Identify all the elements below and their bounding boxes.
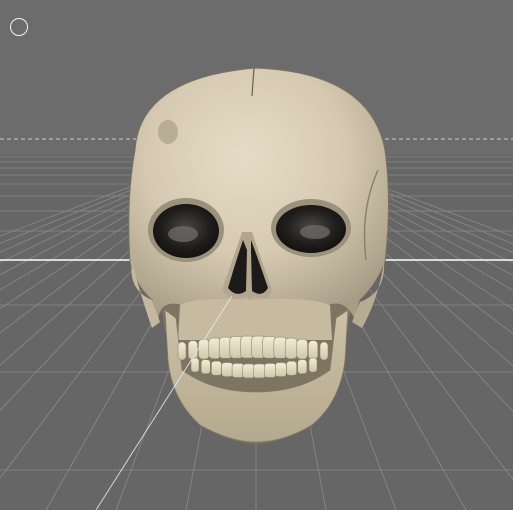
upper-tooth bbox=[177, 341, 187, 361]
viewport-scene[interactable] bbox=[0, 0, 513, 510]
upper-tooth bbox=[273, 336, 288, 359]
lower-tooth bbox=[253, 363, 266, 379]
lower-tooth bbox=[286, 360, 297, 376]
lower-tooth bbox=[200, 359, 211, 374]
lower-tooth bbox=[263, 363, 277, 378]
maxilla bbox=[178, 298, 332, 340]
lower-tooth bbox=[297, 359, 308, 374]
lower-tooth bbox=[275, 362, 287, 377]
lower-tooth bbox=[231, 363, 245, 378]
upper-tooth bbox=[308, 340, 319, 360]
lower-tooth bbox=[308, 357, 318, 373]
upper-teeth bbox=[177, 335, 329, 361]
left-eye-highlight bbox=[168, 226, 198, 242]
upper-tooth bbox=[284, 337, 298, 359]
upper-tooth bbox=[296, 338, 308, 360]
upper-tooth bbox=[319, 341, 329, 361]
3d-viewport[interactable] bbox=[0, 0, 513, 510]
right-eye-highlight bbox=[300, 225, 330, 239]
upper-tooth bbox=[198, 338, 210, 360]
lower-tooth bbox=[242, 363, 255, 379]
lower-tooth bbox=[211, 360, 222, 376]
lower-tooth bbox=[190, 357, 200, 373]
bone-damage bbox=[158, 120, 178, 144]
lower-tooth bbox=[221, 362, 233, 377]
circle-icon[interactable] bbox=[10, 18, 28, 36]
